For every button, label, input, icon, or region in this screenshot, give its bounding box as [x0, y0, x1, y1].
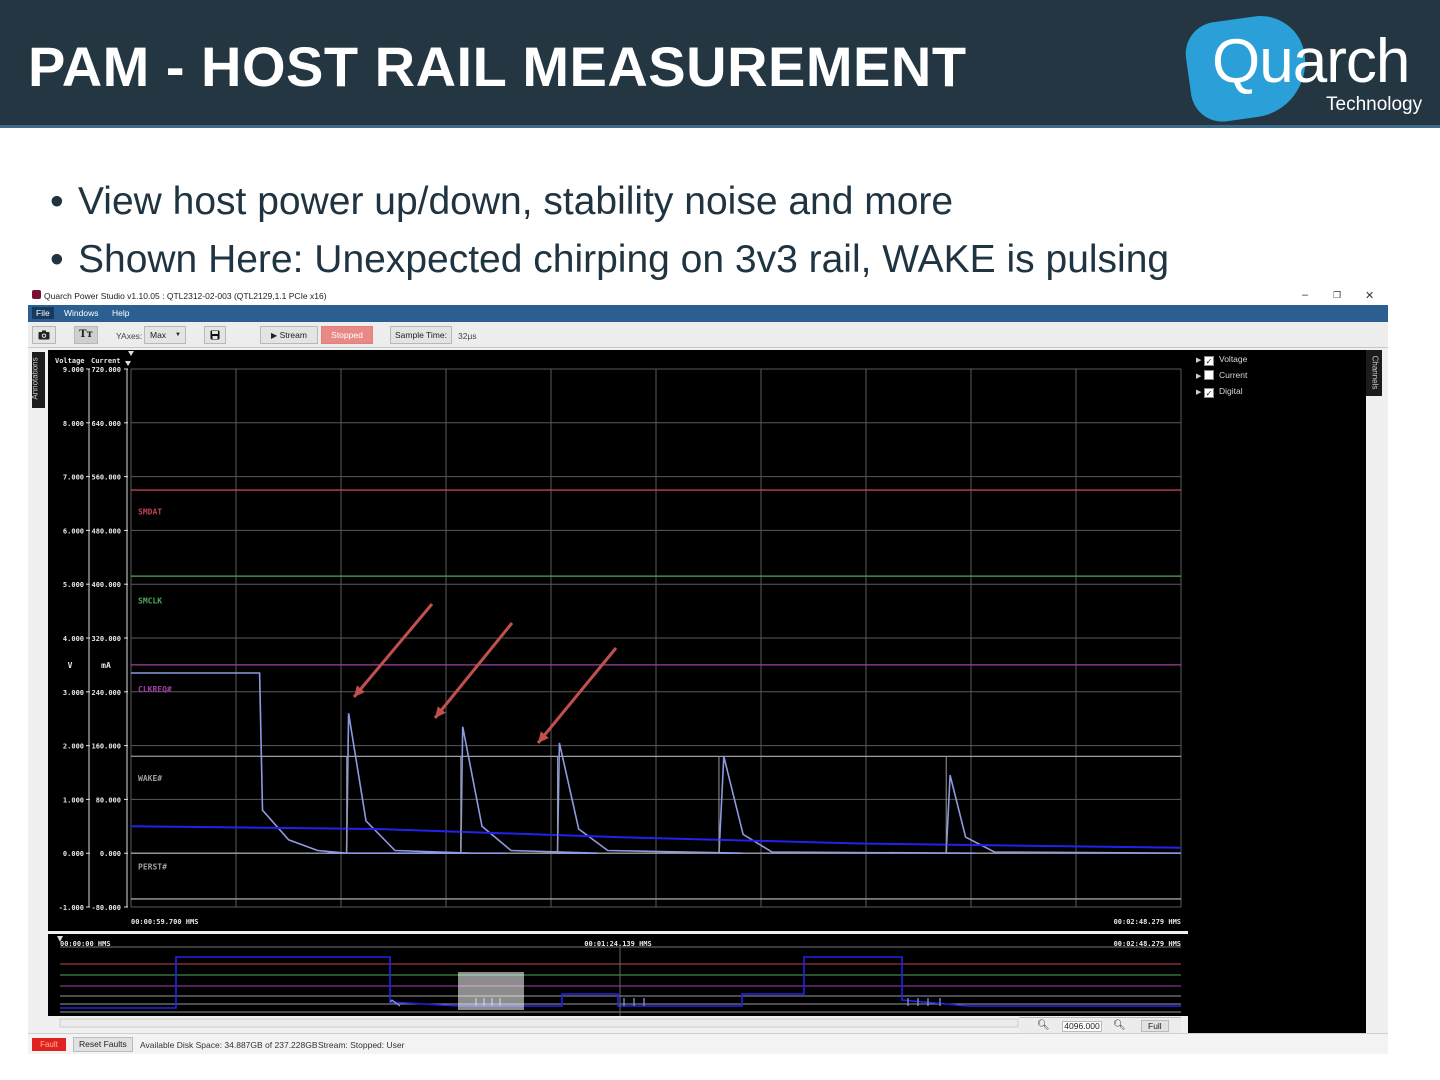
stream-status-text: Stream: Stopped: User: [318, 1040, 405, 1050]
restore-button[interactable]: ❐: [1333, 290, 1341, 301]
bullet-dot: •: [50, 238, 64, 281]
checkbox-current[interactable]: [1204, 370, 1214, 380]
axis-marker-icon: [125, 361, 131, 366]
current-unit-label: mA: [101, 661, 111, 670]
checkbox-digital[interactable]: ✓: [1204, 388, 1214, 398]
zoom-full-button[interactable]: Full: [1141, 1020, 1169, 1032]
channel-current[interactable]: ▶ Current: [1196, 370, 1247, 380]
voltage-tick-label: 6.000: [63, 527, 84, 535]
overview-end-label: 00:02:48.279 HMS: [1114, 940, 1181, 948]
annotation-arrow: [536, 647, 618, 744]
annotation-arrow: [352, 603, 434, 698]
current-tick-label: 320.000: [91, 635, 121, 643]
current-tick-label: 0.000: [100, 850, 121, 858]
voltage-tick-label: 3.000: [63, 689, 84, 697]
voltage-tick-label: 7.000: [63, 474, 84, 482]
slide-title: PAM - HOST RAIL MEASUREMENT: [28, 35, 967, 98]
channels-tab-label: Channels: [1370, 355, 1380, 390]
overview-plot[interactable]: 00:00:00 HMS 00:01:24.139 HMS 00:02:48.279…: [48, 934, 1188, 1028]
status-bar: Fault Reset Faults Available Disk Space:…: [28, 1033, 1388, 1054]
reset-faults-button[interactable]: Reset Faults: [73, 1037, 133, 1052]
current-tick-label: 400.000: [91, 581, 121, 589]
channel-label: Digital: [1219, 386, 1243, 396]
app-window: Quarch Power Studio v1.10.05 : QTL2312-0…: [28, 286, 1388, 1054]
zoom-value[interactable]: 4096.000: [1062, 1021, 1102, 1032]
disk-space-text: Available Disk Space: 34.887GB of 237.22…: [140, 1040, 318, 1050]
current-tick-label: 160.000: [91, 743, 121, 751]
voltage-tick-label: 9.000: [63, 366, 84, 374]
voltage-axis-header: Voltage: [55, 357, 85, 365]
overview-start-label: 00:00:00 HMS: [60, 940, 111, 948]
minimize-button[interactable]: –: [1302, 289, 1308, 301]
expand-icon: ▶: [1196, 373, 1202, 380]
slide-header: PAM - HOST RAIL MEASUREMENT Quarch Techn…: [0, 0, 1440, 128]
digital-channel-label: SMCLK: [138, 596, 162, 605]
current-tick-label: -80.000: [91, 904, 121, 912]
digital-channel-label: CLKREQ#: [138, 685, 172, 694]
overview-scrollbar: [59, 1018, 1019, 1028]
channel-label: Voltage: [1219, 354, 1248, 364]
zoom-controls: 🔍︎ 4096.000 🔍︎ Full: [1019, 1017, 1181, 1033]
voltage-tick-label: 5.000: [63, 581, 84, 589]
channel-label: Current: [1219, 370, 1248, 380]
voltage-tick-label: 0.000: [63, 850, 84, 858]
main-plot[interactable]: -1.000 -80.000 0.000 0.000 1.000 80.000 2.000 1…: [55, 351, 1182, 926]
expand-icon: ▶: [1196, 357, 1202, 364]
power-chart: -1.000 -80.000 0.000 0.000 1.000 80.000 2.000 1…: [48, 351, 1188, 1028]
overview-mid-label: 00:01:24.139 HMS: [584, 940, 651, 948]
current-tick-label: 640.000: [91, 420, 121, 428]
digital-channel-label: WAKE#: [138, 774, 162, 783]
x-end-label: 00:02:48.279 HMS: [1114, 918, 1181, 926]
bullet-text: Shown Here: Unexpected chirping on 3v3 r…: [78, 238, 1170, 281]
bullet-item: • View host power up/down, stability nois…: [50, 180, 953, 224]
current-tick-label: 240.000: [91, 689, 121, 697]
voltage-tick-label: 4.000: [63, 635, 84, 643]
cursor-marker-icon: [128, 351, 134, 356]
logo-subtitle: Technology: [1326, 94, 1423, 115]
overview-viewport-window: [458, 972, 524, 1010]
zoom-out-icon[interactable]: 🔍︎: [1037, 1020, 1050, 1031]
digital-channel-label: SMDAT: [138, 508, 162, 517]
zoom-in-icon[interactable]: 🔍︎: [1113, 1020, 1126, 1031]
channel-digital[interactable]: ▶ ✓ Digital: [1196, 386, 1243, 398]
voltage-tick-label: 8.000: [63, 420, 84, 428]
channels-panel: ▶ ✓ Voltage ▶ Current ▶ ✓ Digital: [1188, 350, 1366, 1033]
channel-voltage[interactable]: ▶ ✓ Voltage: [1196, 354, 1247, 366]
voltage-unit-label: V: [68, 661, 73, 670]
current-axis-header: Current: [91, 357, 121, 365]
voltage-tick-label: 2.000: [63, 743, 84, 751]
voltage-tick-label: -1.000: [59, 904, 84, 912]
x-start-label: 00:00:59.700 HMS: [131, 918, 198, 926]
logo-wordmark: Quarch: [1212, 27, 1410, 96]
fault-indicator: Fault: [32, 1038, 66, 1051]
expand-icon: ▶: [1196, 389, 1202, 396]
current-tick-label: 560.000: [91, 474, 121, 482]
annotation-arrow: [433, 622, 514, 719]
digital-channel-label: PERST#: [138, 863, 167, 872]
quarch-logo: Quarch Technology: [1181, 10, 1432, 126]
bullet-dot: •: [50, 180, 64, 223]
current-tick-label: 480.000: [91, 527, 121, 535]
bullet-text: View host power up/down, stability noise…: [78, 180, 954, 223]
channels-tab[interactable]: Channels: [1366, 350, 1382, 396]
current-tick-label: 80.000: [96, 796, 121, 804]
bullet-item: • Shown Here: Unexpected chirping on 3v3 …: [50, 238, 1169, 282]
voltage-tick-label: 1.000: [63, 796, 84, 804]
checkbox-voltage[interactable]: ✓: [1204, 356, 1214, 366]
current-tick-label: 720.000: [91, 366, 121, 374]
close-button[interactable]: ✕: [1365, 289, 1374, 302]
